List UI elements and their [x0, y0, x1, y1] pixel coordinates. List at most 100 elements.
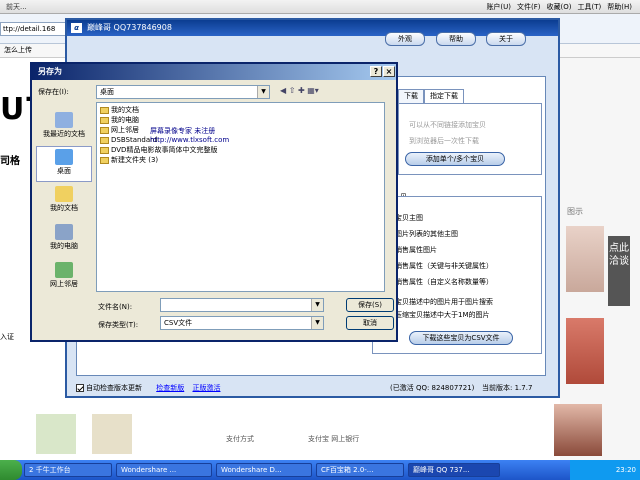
watermark-line-2: http://www.tlxsoft.com	[150, 136, 230, 144]
side-text: 司格	[0, 156, 20, 167]
thumb-1[interactable]	[36, 414, 76, 454]
menu-help[interactable]: 帮助(H)	[607, 2, 632, 11]
place-mycomputer[interactable]: 我的电脑	[36, 222, 92, 258]
save-in-label: 保存在(I):	[38, 88, 69, 96]
list-item[interactable]: DVD精品电影故事简体中文完整版	[100, 146, 217, 155]
menu-file[interactable]: 文件(F)	[517, 2, 541, 11]
product-photo-2[interactable]	[566, 318, 604, 384]
recorder-watermark: 屏幕录像专家 未注册 http://www.tlxsoft.com	[150, 127, 229, 145]
export-csv-button[interactable]: 下载这些宝贝为CSV文件	[409, 331, 513, 345]
view-menu-icon[interactable]: ▦▾	[307, 86, 319, 95]
network-icon	[55, 262, 73, 278]
place-desktop-label: 桌面	[57, 167, 71, 175]
browser-tab[interactable]: 前天...	[0, 0, 33, 13]
menu-favorites[interactable]: 收藏(O)	[547, 2, 572, 11]
list-item[interactable]: 新建文件夹 (3)	[100, 156, 158, 165]
payment-methods: 支付宝 网上银行	[308, 435, 360, 443]
watermark-line-1: 屏幕录像专家 未注册	[150, 127, 216, 135]
chevron-down-icon[interactable]: ▼	[257, 86, 269, 98]
taskbar-item-qianniu[interactable]: 2 千牛工作台	[24, 463, 112, 477]
tab-specified-download[interactable]: 指定下载	[424, 89, 464, 103]
file-name: 我的电脑	[111, 116, 139, 124]
places-bar: 我最近的文档 桌面 我的文档 我的电脑 网上邻居	[36, 110, 92, 290]
filetype-label: 保存类型(T):	[98, 321, 139, 329]
check-version-link[interactable]: 检查新版	[156, 384, 184, 392]
back-icon[interactable]: ◀	[280, 86, 286, 95]
folder-icon	[100, 126, 109, 134]
list-item[interactable]: DSBStandard	[100, 136, 157, 145]
thumb-2[interactable]	[92, 414, 132, 454]
url-field[interactable]: ttp://detail.168	[0, 22, 75, 36]
place-mydocs-label: 我的文档	[50, 204, 78, 212]
save-button[interactable]: 保存(S)	[346, 298, 394, 312]
download-tabs: 下载 指定下载	[398, 89, 464, 103]
new-folder-icon[interactable]: ✚	[298, 86, 305, 95]
download-panel: 可以从不同链接添加宝贝 到浏览器后一次性下载 添加单个/多个宝贝	[398, 103, 542, 175]
taskbar-item-app[interactable]: 巅峰哥 QQ 737...	[408, 463, 500, 477]
my-computer-icon	[55, 224, 73, 240]
folder-icon	[100, 136, 109, 144]
file-name: 新建文件夹 (3)	[111, 156, 159, 164]
system-tray: 23:20	[570, 460, 640, 480]
side-text2: 入证	[0, 333, 14, 341]
auto-update-label: 自动检查版本更新	[86, 384, 142, 392]
start-button[interactable]	[0, 460, 22, 480]
place-mydocs[interactable]: 我的文档	[36, 184, 92, 220]
folder-icon	[100, 156, 109, 164]
dialog-titlebar[interactable]: 另存为 ? ×	[32, 64, 396, 80]
main-footer: 自动检查版本更新 检查新版 正版激活 (已激活 QQ: 824807721) 当…	[76, 380, 546, 396]
main-title: 巅峰哥 QQ737846908	[87, 23, 172, 32]
list-item[interactable]: 我的电脑	[100, 116, 139, 125]
file-name: 网上邻居	[111, 126, 139, 134]
tab-download[interactable]: 下载	[398, 89, 424, 103]
place-mycomputer-label: 我的电脑	[50, 242, 78, 250]
menu-tools[interactable]: 工具(T)	[578, 2, 602, 11]
cancel-button[interactable]: 取消	[346, 316, 394, 330]
chevron-down-icon[interactable]: ▼	[311, 299, 323, 311]
up-folder-icon[interactable]: ⇧	[289, 86, 296, 95]
product-photo-3[interactable]	[554, 404, 602, 456]
taskbar-item-wondershare-d[interactable]: Wondershare D...	[216, 463, 312, 477]
my-documents-icon	[55, 186, 73, 202]
add-items-button[interactable]: 添加单个/多个宝贝	[405, 152, 505, 166]
list-item[interactable]: 网上邻居	[100, 126, 139, 135]
product-photo[interactable]	[566, 226, 604, 292]
save-in-dropdown[interactable]: 桌面 ▼	[96, 85, 270, 99]
place-recent[interactable]: 我最近的文档	[36, 110, 92, 146]
filetype-select[interactable]: CSV文件 ▼	[160, 316, 324, 330]
chat-float-tab[interactable]: 点此洽谈	[608, 236, 630, 306]
help-icon[interactable]: ?	[370, 66, 382, 77]
menu-account[interactable]: 账户(U)	[486, 2, 511, 11]
about-button[interactable]: 关于	[486, 32, 526, 46]
taskbar-item-cf[interactable]: CF百宝箱 2.0-...	[316, 463, 404, 477]
appearance-button[interactable]: 外观	[385, 32, 425, 46]
save-in-value: 桌面	[100, 88, 114, 96]
file-name: DVD精品电影故事简体中文完整版	[111, 146, 218, 154]
nav-toolbar: ◀ ⇧ ✚ ▦▾	[280, 86, 319, 95]
place-desktop[interactable]: 桌面	[36, 146, 92, 182]
filename-input[interactable]: ▼	[160, 298, 324, 312]
right-text: 图示	[567, 207, 583, 216]
chevron-down-icon[interactable]: ▼	[311, 317, 323, 329]
folder-icon	[100, 106, 109, 114]
close-icon[interactable]: ×	[383, 66, 395, 77]
folder-icon	[100, 146, 109, 154]
dialog-title: 另存为	[38, 67, 62, 76]
place-network[interactable]: 网上邻居	[36, 260, 92, 296]
activation-status: (已激活 QQ: 824807721)	[390, 384, 475, 392]
taskbar-item-wondershare[interactable]: Wondershare ...	[116, 463, 212, 477]
gray-option-1: 可以从不同链接添加宝贝	[409, 121, 486, 129]
place-network-label: 网上邻居	[50, 280, 78, 288]
main-titlebar[interactable]: α 巅峰哥 QQ737846908	[67, 20, 558, 36]
list-item[interactable]: 我的文档	[100, 106, 139, 115]
desktop-icon	[55, 149, 73, 165]
filename-label: 文件名(N):	[98, 303, 133, 311]
help-button[interactable]: 帮助	[436, 32, 476, 46]
fav-item[interactable]: 怎么上传	[4, 46, 32, 54]
buy-link[interactable]: 正版激活	[192, 384, 220, 392]
file-list[interactable]: 我的文档 我的电脑 网上邻居 DSBStandard DVD精品电影故事简体中文…	[96, 102, 385, 292]
app-logo-icon: α	[71, 23, 82, 33]
auto-update-checkbox[interactable]	[76, 384, 84, 392]
place-recent-label: 我最近的文档	[43, 130, 85, 138]
recent-docs-icon	[55, 112, 73, 128]
